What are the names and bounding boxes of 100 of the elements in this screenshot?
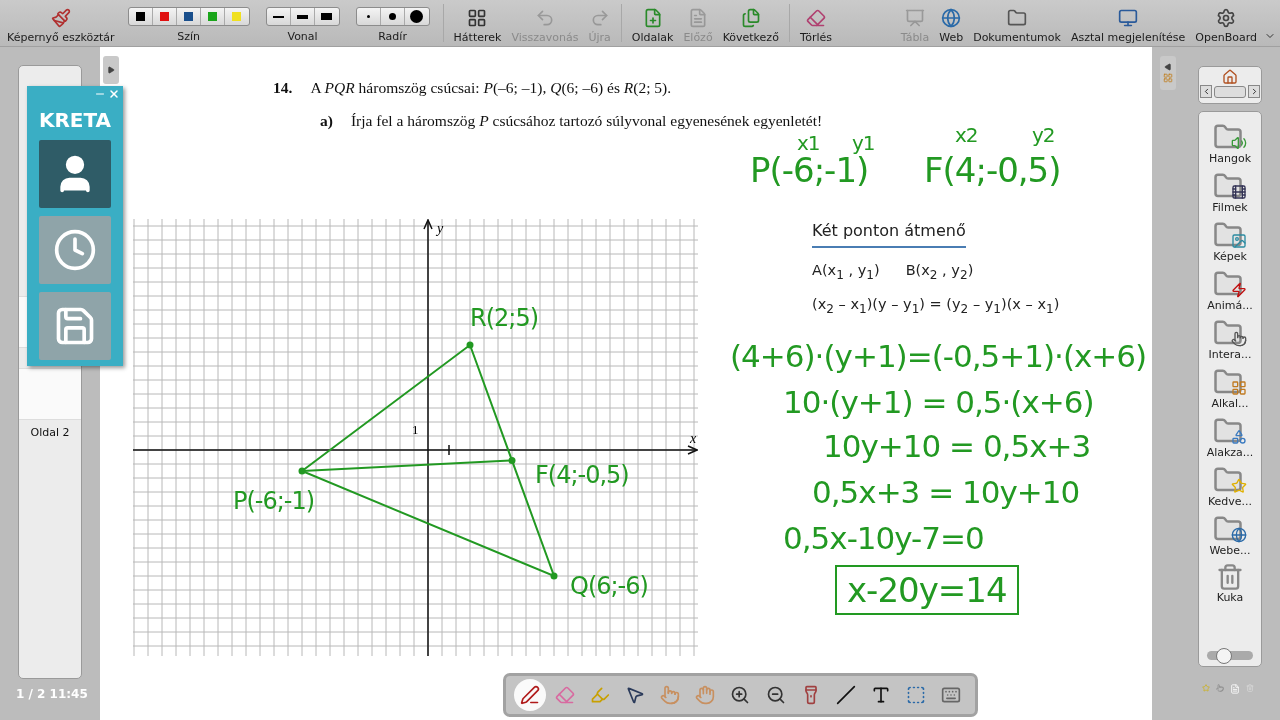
- pages-icon: [740, 8, 761, 28]
- eraser-size-icon[interactable]: [366, 15, 370, 18]
- library-label: Képek: [1213, 250, 1247, 263]
- close-icon[interactable]: [108, 88, 120, 100]
- color-swatch[interactable]: [183, 12, 193, 21]
- boxed-result: x-20y=14: [835, 565, 1019, 615]
- board-icon: [904, 8, 925, 28]
- point-label: P(-6;-1): [233, 487, 315, 515]
- point-marker: [550, 572, 558, 580]
- toolbar-button[interactable]: Web: [936, 0, 967, 46]
- library-item[interactable]: Alkal...: [1211, 367, 1249, 416]
- point-label: Q(6;-6): [570, 572, 648, 600]
- side-tab[interactable]: [103, 56, 119, 84]
- apps-icon: [1163, 73, 1173, 83]
- globe-icon: [941, 8, 962, 28]
- slider-thumb[interactable]: [1216, 648, 1233, 664]
- toolbar-button[interactable]: Dokumentumok: [970, 0, 1064, 46]
- library-label: Webe...: [1209, 544, 1251, 557]
- page-label: Oldal 2: [30, 426, 70, 439]
- library-item[interactable]: Hangok: [1208, 122, 1252, 171]
- point-notation: B(x$_{2}$ , y$_{2}$): [905, 262, 974, 282]
- home-icon[interactable]: [1222, 69, 1238, 85]
- page-thumbnail[interactable]: [19, 296, 27, 348]
- toolbar-button[interactable]: Asztal megjelenítése: [1067, 0, 1189, 46]
- line-label: Vonal: [287, 30, 318, 43]
- library-label: Intera...: [1208, 348, 1252, 361]
- point-notation: A(x$_{1}$ , y$_{1}$): [812, 262, 880, 282]
- library-item[interactable]: Animá...: [1207, 269, 1253, 318]
- toolbar-button[interactable]: Képernyő eszköztár: [4, 0, 118, 46]
- library-item[interactable]: Kuka: [1216, 563, 1244, 612]
- toolbar-button[interactable]: OpenBoard: [1192, 0, 1260, 46]
- side-tab[interactable]: [1160, 56, 1176, 90]
- color-swatch[interactable]: [135, 12, 145, 21]
- nav-scrollbar[interactable]: [1214, 85, 1246, 98]
- folder-hand-pointer-icon: [1213, 318, 1247, 348]
- line-width-icon[interactable]: [321, 13, 333, 20]
- library-item[interactable]: Filmek: [1212, 171, 1248, 220]
- formula-title: Két ponton átmenő: [812, 221, 966, 248]
- color-swatch[interactable]: [207, 12, 217, 21]
- keyboard-icon: [941, 685, 962, 705]
- folder-shapes-icon: [1213, 416, 1247, 446]
- color-picker[interactable]: [127, 7, 250, 26]
- nav-left-button[interactable]: [1200, 85, 1212, 98]
- eraser-size-icon[interactable]: [388, 13, 396, 20]
- point-marker: [466, 341, 474, 349]
- line-equation: (x$_{2}$ – x$_{1}$)(y – y$_{1}$) = (y$_{2}$ – y$_{1}$)(x – x$_{1}$): [812, 295, 1061, 316]
- pointer-icon: [625, 685, 645, 705]
- point-marker: [298, 467, 306, 475]
- toolbar-button[interactable]: Törlés: [796, 0, 835, 46]
- library-item[interactable]: Képek: [1213, 220, 1247, 269]
- color-swatch[interactable]: [159, 12, 169, 21]
- toolbar-button[interactable]: Hátterek: [450, 0, 505, 46]
- page-icon: [688, 8, 708, 28]
- problem-text: A PQR háromszög csúcsai: P(–6; –1), Q(6; –6) és R(2; 5).: [310, 79, 672, 97]
- folder-star-icon: [1213, 465, 1247, 495]
- eraser-size-picker[interactable]: [355, 7, 430, 26]
- library-label: Alakza...: [1206, 446, 1254, 459]
- library-item[interactable]: Intera...: [1208, 318, 1252, 367]
- star-icon[interactable]: [1202, 684, 1210, 692]
- library-item[interactable]: Kedve...: [1207, 465, 1253, 514]
- play-icon: [1164, 63, 1172, 71]
- handwritten-equation: 0,5x-10y-7=0: [783, 523, 984, 554]
- undo-icon: [534, 8, 555, 28]
- color-label: Szín: [177, 30, 200, 43]
- handwritten-point: F(4;-0,5): [924, 153, 1061, 187]
- page-thumbnail[interactable]: [19, 368, 81, 420]
- line-width-picker[interactable]: [265, 7, 340, 26]
- library-label: Animá...: [1207, 299, 1253, 312]
- toolbar-button[interactable]: Oldalak: [628, 0, 677, 46]
- color-swatch[interactable]: [232, 12, 242, 21]
- point-label: F(4;-0,5): [535, 461, 629, 489]
- capture-icon: [906, 685, 927, 705]
- eraser-icon: [805, 8, 826, 28]
- folder-speaker-icon: [1213, 122, 1247, 152]
- hand-pointer-icon: [660, 685, 681, 705]
- line-icon: [835, 685, 856, 705]
- toolbar-button[interactable]: Következő: [719, 0, 782, 46]
- line-width-icon[interactable]: [296, 14, 308, 19]
- monitor-icon: [1118, 8, 1139, 28]
- widget-button[interactable]: [39, 140, 111, 208]
- highlighter-icon: [589, 685, 610, 705]
- library-item[interactable]: Webe...: [1209, 514, 1251, 563]
- grid-icon: [467, 8, 488, 28]
- eraser-size-icon[interactable]: [410, 10, 424, 23]
- tick-label: 1: [412, 422, 419, 437]
- part-label: a): [320, 112, 333, 130]
- trash-icon: [1216, 563, 1244, 591]
- axis-label: x: [690, 431, 697, 446]
- line-width-icon[interactable]: [272, 15, 284, 18]
- handwritten-equation: 10·(y+1) = 0,5·(x+6): [783, 387, 1094, 418]
- library-label: Kedve...: [1207, 495, 1253, 508]
- point-label: R(2;5): [470, 304, 539, 332]
- zoom-in-icon: [730, 685, 751, 705]
- pen-icon: [519, 685, 540, 705]
- library-label: Kuka: [1216, 591, 1244, 604]
- library-item[interactable]: Alakza...: [1206, 416, 1254, 465]
- nav-right-button[interactable]: [1248, 85, 1260, 98]
- tool-button[interactable]: [513, 679, 546, 711]
- handwritten-equation: (4+6)·(y+1)=(-0,5+1)·(x+6): [730, 341, 1147, 372]
- handwritten-label: y1: [852, 133, 875, 153]
